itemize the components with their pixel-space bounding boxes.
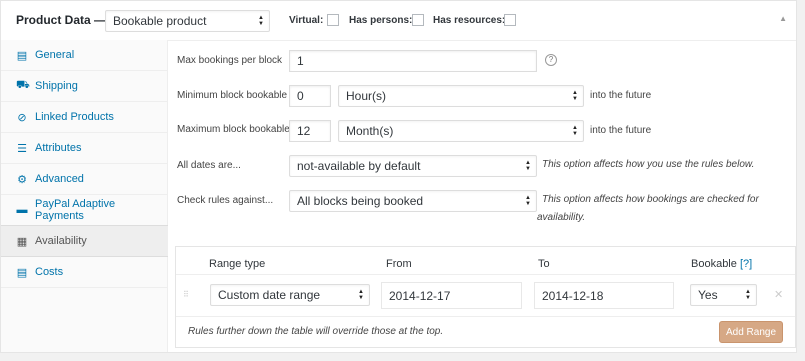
drag-handle-icon[interactable]: ⠿ (183, 290, 189, 299)
panel-title: Product Data — (16, 13, 107, 27)
paypal-icon: ▬ (16, 204, 28, 216)
link-icon: ⊘ (17, 111, 27, 124)
select-arrows-icon: ▲ ▼ (358, 289, 364, 301)
virtual-checkbox[interactable] (327, 14, 339, 26)
truck-icon: ⛟ (16, 79, 30, 91)
from-date-input[interactable]: 2014-12-17 (381, 282, 522, 309)
list-icon: ☰ (17, 142, 27, 155)
delete-row-icon[interactable]: ✕ (774, 288, 783, 301)
has-resources-checkbox[interactable] (504, 14, 516, 26)
max-bookings-input[interactable]: 1 (289, 50, 537, 72)
product-data-panel: Product Data — Bookable product ▲ ▼ Virtu… (0, 0, 797, 353)
rules-footnote: Rules further down the table will overri… (188, 326, 444, 337)
all-dates-select[interactable]: not-available by default ▲ ▼ (289, 155, 537, 177)
from-header: From (386, 258, 412, 270)
to-header: To (538, 258, 550, 270)
collapse-arrow-icon[interactable]: ▲ (779, 14, 787, 23)
tab-availability[interactable]: ▦ Availability (1, 225, 168, 257)
add-range-button[interactable]: Add Range (719, 321, 783, 343)
range-type-header: Range type (209, 258, 266, 270)
has-persons-label: Has persons: (349, 15, 413, 26)
min-block-unit-select[interactable]: Hour(s) ▲ ▼ (338, 85, 584, 107)
check-rules-label: Check rules against... (177, 195, 274, 206)
min-block-input[interactable]: 0 (289, 85, 331, 107)
tab-linked-products[interactable]: ⊘ Linked Products (1, 102, 167, 133)
min-block-suffix: into the future (590, 90, 652, 101)
tab-general[interactable]: ▤ General (1, 40, 167, 71)
tab-advanced[interactable]: ⚙ Advanced (1, 164, 167, 195)
virtual-label: Virtual: (289, 15, 324, 26)
tab-costs[interactable]: ▤ Costs (1, 257, 167, 288)
product-data-tabs: ▤ General ⛟ Shipping ⊘ Linked Products ☰… (1, 40, 168, 352)
tab-paypal-adaptive-payments[interactable]: ▬ PayPal Adaptive Payments (1, 195, 167, 226)
has-resources-label: Has resources: (433, 15, 506, 26)
select-arrows-icon: ▲ ▼ (572, 125, 578, 137)
bookable-help-link[interactable]: [?] (740, 258, 752, 270)
select-arrows-icon: ▲ ▼ (258, 15, 264, 27)
tab-shipping[interactable]: ⛟ Shipping (1, 71, 167, 102)
all-dates-label: All dates are... (177, 160, 241, 171)
product-type-select[interactable]: Bookable product ▲ ▼ (105, 10, 270, 32)
check-rules-description-line2: availability. (537, 212, 586, 223)
panel-header: Product Data — Bookable product ▲ ▼ Virtu… (1, 1, 796, 41)
to-date-input[interactable]: 2014-12-18 (534, 282, 674, 309)
min-block-label: Minimum block bookable (177, 90, 288, 101)
general-icon: ▤ (16, 49, 28, 62)
check-rules-select[interactable]: All blocks being booked ▲ ▼ (289, 190, 537, 212)
max-bookings-label: Max bookings per block (177, 55, 283, 66)
range-type-select[interactable]: Custom date range ▲ ▼ (210, 284, 370, 306)
max-block-label: Maximum block bookable (177, 124, 290, 135)
check-rules-description-line1: This option affects how bookings are che… (542, 194, 759, 205)
bookable-header: Bookable [?] (691, 258, 753, 270)
costs-icon: ▤ (16, 266, 28, 279)
calendar-icon: ▦ (16, 235, 28, 248)
select-arrows-icon: ▲ ▼ (572, 90, 578, 102)
max-block-suffix: into the future (590, 125, 652, 136)
has-persons-checkbox[interactable] (412, 14, 424, 26)
max-block-input[interactable]: 12 (289, 120, 331, 142)
max-block-unit-select[interactable]: Month(s) ▲ ▼ (338, 120, 584, 142)
bookable-select[interactable]: Yes ▲ ▼ (690, 284, 757, 306)
select-arrows-icon: ▲ ▼ (525, 160, 531, 172)
all-dates-description: This option affects how you use the rule… (542, 159, 755, 170)
select-arrows-icon: ▲ ▼ (525, 195, 531, 207)
select-arrows-icon: ▲ ▼ (745, 289, 751, 301)
tab-attributes[interactable]: ☰ Attributes (1, 133, 167, 164)
help-icon[interactable]: ? (545, 54, 557, 66)
gear-icon: ⚙ (17, 173, 27, 186)
